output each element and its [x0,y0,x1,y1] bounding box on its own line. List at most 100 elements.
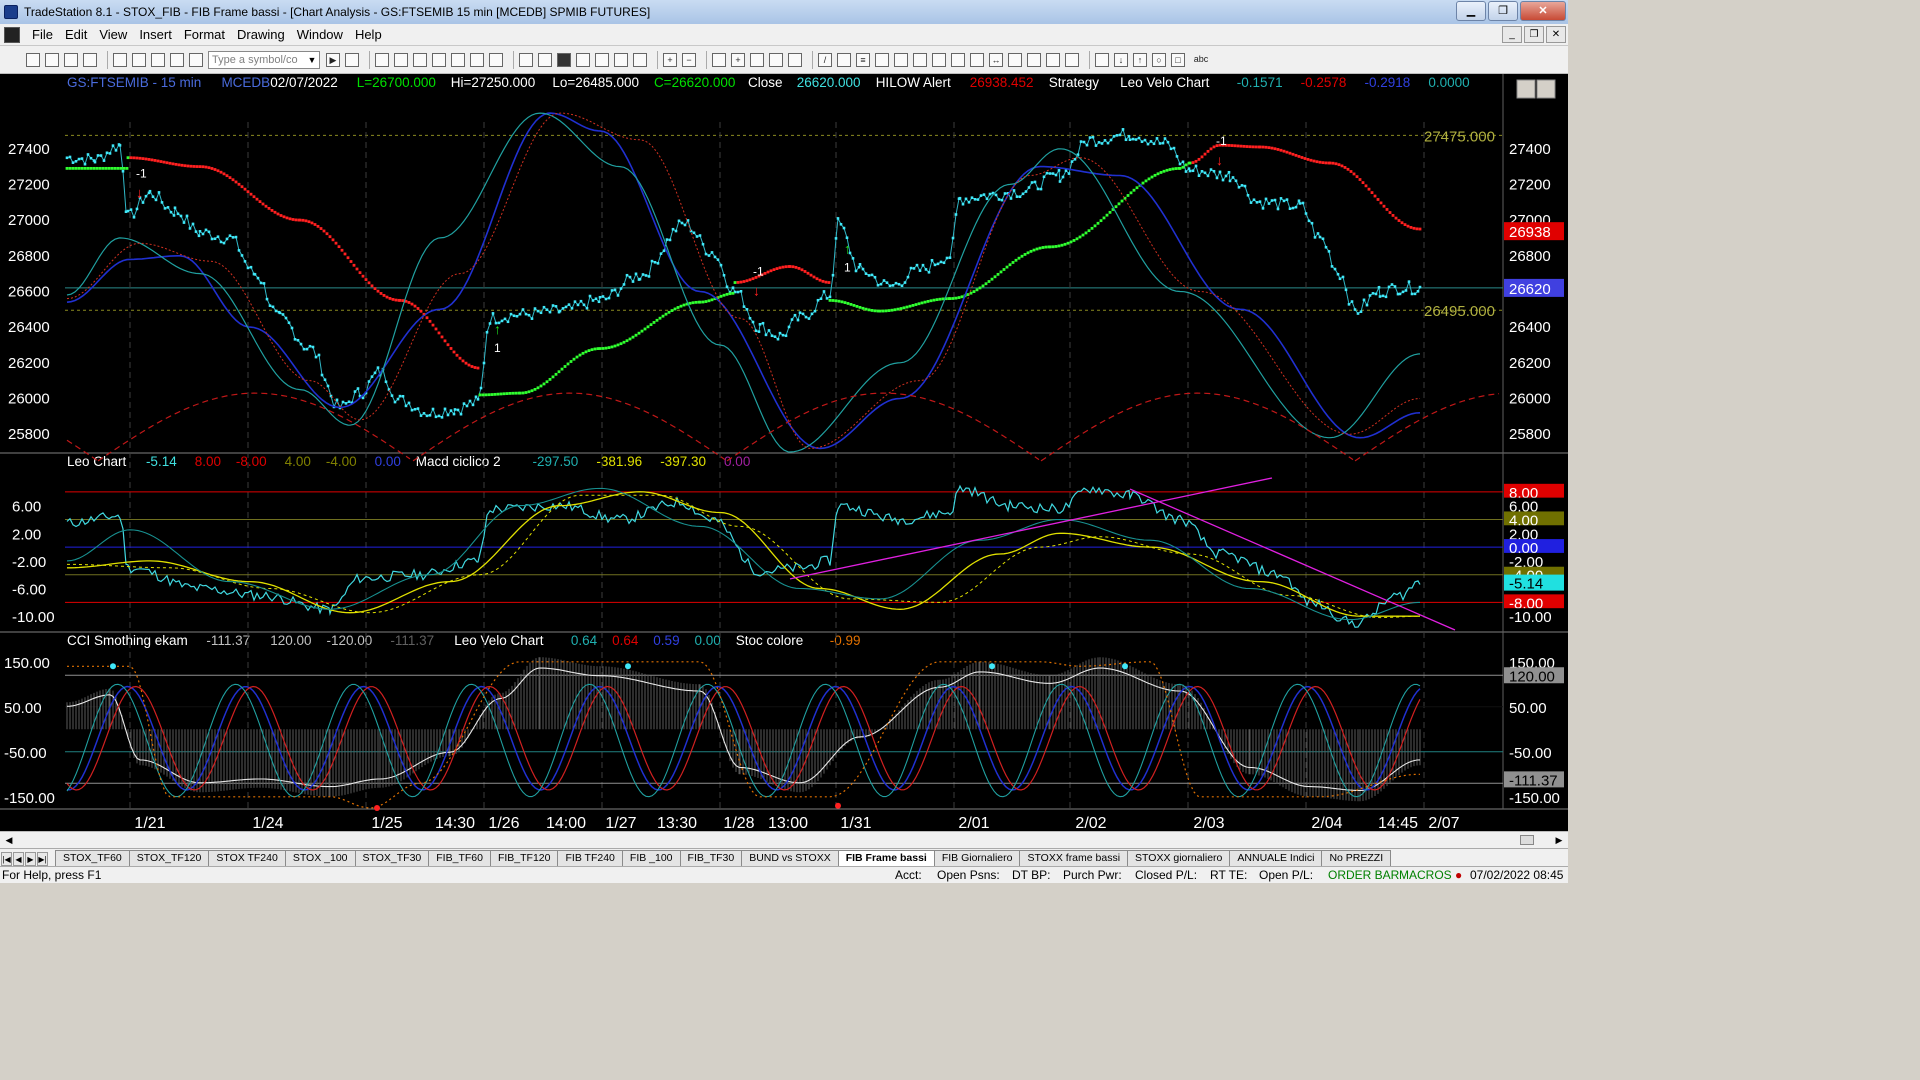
horizontal-scrollbar[interactable]: ◀ ▶ [0,831,1568,848]
matrix-icon[interactable] [413,52,427,67]
play-icon[interactable]: ▶ [326,52,340,67]
menu-file[interactable]: File [26,27,59,42]
open-icon[interactable] [45,52,59,67]
save-icon[interactable] [83,52,97,67]
chart-canvas[interactable]: GS:FTSEMIB - 15 min MCEDB 02/07/2022 L=2670… [0,74,1568,831]
scroll-left-arrow-icon[interactable]: ◀ [2,834,16,846]
tab-first-icon[interactable]: |◀ [1,852,12,866]
menu-help[interactable]: Help [349,27,388,42]
ohlc-bar-icon[interactable] [595,52,609,67]
tracking-icon[interactable] [788,52,802,67]
indicator-icon[interactable] [538,52,552,67]
chart-analysis-icon[interactable] [375,52,389,67]
workspace-tab[interactable]: FIB Frame bassi [837,850,935,866]
menu-view[interactable]: View [93,27,133,42]
symbol-input[interactable]: Type a symbol/co ▼ [208,50,320,69]
workspace-tab[interactable]: FIB Giornaliero [933,850,1021,866]
trendline-icon[interactable]: / [818,52,832,67]
scroll-left-icon[interactable] [614,52,628,67]
tool-icon[interactable] [750,52,764,67]
zoom-out-icon[interactable]: − [682,52,696,67]
properties-icon[interactable] [151,52,165,67]
lock-icon[interactable] [170,52,184,67]
workspace-tab[interactable]: FIB TF240 [557,850,623,866]
minimize-button[interactable]: ▁ [1456,1,1486,21]
scroll-right-icon[interactable] [633,52,647,67]
find-symbol-icon[interactable] [345,52,359,67]
workspace-tab[interactable]: STOX _100 [284,850,356,866]
chart-refresh-icon[interactable] [489,52,503,67]
open-workspace-icon[interactable] [64,52,78,67]
gann-fan-icon[interactable] [894,52,908,67]
crosshair-icon[interactable]: + [731,52,745,67]
workspace-tab[interactable]: STOX_TF30 [354,850,430,866]
arrow-down-icon[interactable]: ↓ [1114,52,1128,67]
workspace-tab[interactable]: FIB_TF120 [489,850,559,866]
menu-edit[interactable]: Edit [59,27,93,42]
new-document-icon[interactable] [26,52,40,67]
menu-insert[interactable]: Insert [133,27,178,42]
data-window-icon[interactable] [769,52,783,67]
cycle-icon[interactable] [1046,52,1060,67]
vertical-lines-icon[interactable] [951,52,965,67]
scanner-icon[interactable] [432,52,446,67]
speed-lines-icon[interactable] [932,52,946,67]
pointer-icon[interactable] [712,52,726,67]
fibonacci-icon[interactable] [875,52,889,67]
order-bar-toggle[interactable]: ORDER BAR [1328,868,1399,882]
print-preview-icon[interactable] [132,52,146,67]
workspace-tab[interactable]: FIB_TF60 [428,850,491,866]
workspace-tab[interactable]: FIB _100 [621,850,681,866]
pencil-icon[interactable] [1065,52,1079,67]
workspace-tab[interactable]: STOX TF240 [208,850,286,866]
close-button[interactable]: ✕ [1520,1,1566,21]
maximize-button[interactable]: ❐ [1488,1,1518,21]
menu-window[interactable]: Window [291,27,349,42]
workspace-tab[interactable]: STOXX giornaliero [1127,850,1231,866]
macros-toggle[interactable]: MACROS [1399,868,1452,882]
print-icon[interactable] [113,52,127,67]
strategy-icon[interactable] [470,52,484,67]
lock-open-icon[interactable] [189,52,203,67]
tab-next-icon[interactable]: ▶ [25,852,36,866]
workspace-tab[interactable]: STOX_TF60 [55,850,130,866]
workspace-tab[interactable]: No PREZZI [1321,850,1392,866]
zoom-in-icon[interactable]: + [663,52,677,67]
portfolio-icon[interactable] [451,52,465,67]
arc-icon[interactable] [1027,52,1041,67]
chart-analysis-window[interactable]: GS:FTSEMIB - 15 min MCEDB 02/07/2022 L=2670… [0,74,1568,831]
tab-last-icon[interactable]: ▶| [37,852,48,866]
chevron-down-icon[interactable]: ▼ [305,52,319,68]
rectangle-icon[interactable]: □ [1171,52,1185,67]
angle-icon[interactable] [913,52,927,67]
bar-chart-icon[interactable] [557,52,571,67]
workspace-tab[interactable]: STOXX frame bassi [1019,850,1129,866]
chart-window-icon[interactable] [4,26,20,43]
pitchfork-icon[interactable] [1008,52,1022,67]
workspace-tab[interactable]: BUND vs STOXX [741,850,839,866]
scroll-thumb[interactable] [1520,835,1534,845]
mdi-restore-button[interactable]: ❐ [1524,26,1544,43]
candlestick-icon[interactable] [576,52,590,67]
arrow-up-icon[interactable]: ↑ [1133,52,1147,67]
tab-prev-icon[interactable]: ◀ [13,852,24,866]
hilow-alert-dot [701,300,705,304]
text-tool-icon[interactable]: abc [1190,53,1212,67]
horizontal-arrow-icon[interactable]: ↔ [989,52,1003,67]
workspace-tab[interactable]: FIB_TF30 [679,850,743,866]
workspace-tab[interactable]: STOX_TF120 [128,850,210,866]
parallel-lines-icon[interactable] [837,52,851,67]
menu-drawing[interactable]: Drawing [231,27,291,42]
mdi-minimize-button[interactable]: _ [1502,26,1522,43]
radarscreen-icon[interactable] [394,52,408,67]
easy-language-icon[interactable] [519,52,533,67]
workspace-tab[interactable]: ANNUALE Indici [1229,850,1323,866]
menu-format[interactable]: Format [178,27,231,42]
horizontal-lines-icon[interactable]: ≡ [856,52,870,67]
regression-icon[interactable] [970,52,984,67]
curve-icon[interactable] [1095,52,1109,67]
ellipse-icon[interactable]: ○ [1152,52,1166,67]
scroll-right-arrow-icon[interactable]: ▶ [1552,834,1566,846]
mdi-close-button[interactable]: ✕ [1546,26,1566,43]
hilow-alert-dot [291,218,295,221]
